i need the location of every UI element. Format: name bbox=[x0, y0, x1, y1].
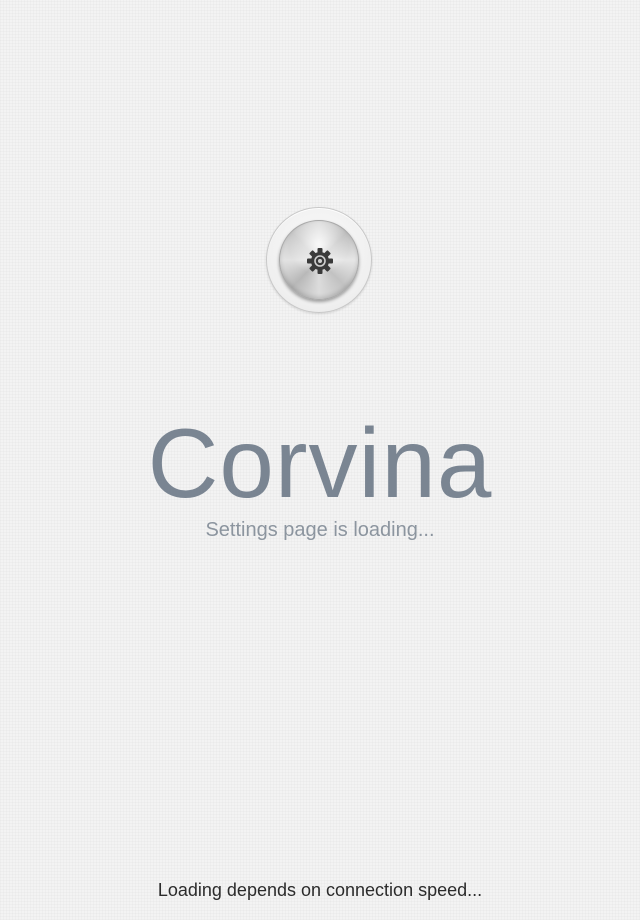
settings-button[interactable] bbox=[266, 207, 372, 313]
settings-button-face[interactable] bbox=[279, 220, 359, 300]
splash-screen: Corvina Settings page is loading... Load… bbox=[0, 0, 640, 920]
connection-note: Loading depends on connection speed... bbox=[157, 880, 483, 900]
loading-status: Settings page is loading... bbox=[205, 519, 435, 541]
gear-icon bbox=[304, 245, 336, 277]
app-title: Corvina bbox=[147, 408, 493, 518]
